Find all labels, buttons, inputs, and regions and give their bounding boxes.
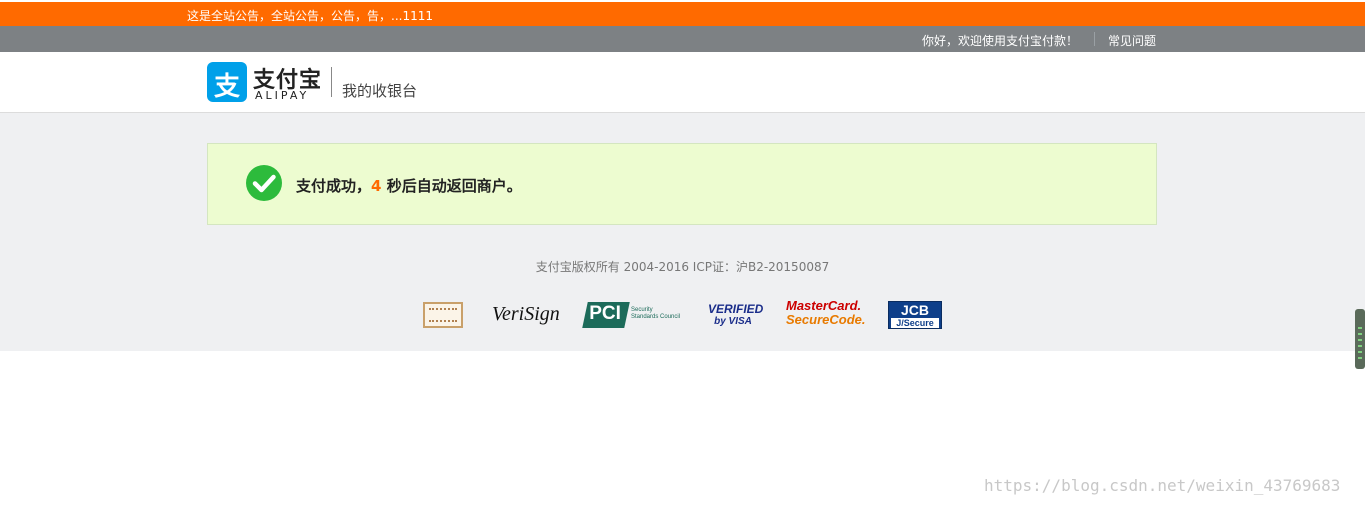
alipay-logo-icon: 支 (207, 62, 247, 102)
verisign-badge[interactable]: VeriSign (492, 303, 560, 335)
page-header: 支 支付宝 ALIPAY 我的收银台 (0, 52, 1365, 113)
success-prefix: 支付成功， (296, 177, 372, 195)
logo-english: ALIPAY (255, 89, 310, 102)
copyright-text: 支付宝版权所有 2004-2016 ICP证：沪B2-20150087 (535, 260, 830, 274)
welcome-text: 你好，欢迎使用支付宝付款！ (922, 34, 1079, 48)
success-check-icon (246, 165, 282, 201)
header-divider (331, 67, 332, 97)
jcb-line-1: JCB (900, 302, 929, 318)
watermark-text: https://blog.csdn.net/weixin_43769683 (984, 476, 1341, 495)
mastercard-securecode-badge[interactable]: MasterCard. SecureCode. (786, 299, 865, 331)
certificate-badge-icon[interactable] (423, 302, 463, 328)
verified-by-visa-badge[interactable]: VERIFIED by VISA (708, 302, 764, 335)
pci-sub-2: Standards Council (631, 314, 681, 320)
announcement-bar: 这是全站公告，全站公告，公告，告，...1111 (0, 2, 1365, 26)
mastercard-line-1: MasterCard. (786, 298, 862, 313)
faq-link[interactable]: 常见问题 (1108, 32, 1156, 49)
mastercard-line-2: SecureCode. (786, 312, 866, 327)
pci-badge-label: PCI (589, 303, 621, 324)
page-title: 我的收银台 (342, 82, 418, 100)
announcement-text: 这是全站公告，全站公告，公告，告，...1111 (187, 9, 433, 23)
alipay-logo[interactable]: 支 支付宝 ALIPAY (207, 62, 327, 102)
top-nav-bar: 你好，欢迎使用支付宝付款！ 常见问题 (0, 26, 1365, 52)
payment-success-box: 支付成功，4 秒后自动返回商户。 (207, 143, 1157, 225)
success-suffix: 秒后自动返回商户。 (386, 177, 522, 195)
countdown-seconds: 4 (371, 177, 382, 195)
main-content: 支付成功，4 秒后自动返回商户。 支付宝版权所有 2004-2016 ICP证：… (0, 113, 1365, 351)
jcb-jsecure-badge[interactable]: JCB J/Secure (888, 301, 942, 329)
visa-line-1: VERIFIED (708, 302, 764, 316)
nav-divider (1094, 32, 1095, 46)
pci-sub-1: Security (631, 307, 653, 313)
pci-badge[interactable]: PCI Security Standards Council (582, 301, 681, 329)
logo-icon-char: 支 (213, 72, 240, 102)
security-badges: VeriSign PCI Security Standards Council … (422, 299, 952, 331)
side-scroll-handle[interactable] (1355, 309, 1365, 369)
visa-line-2: by VISA (714, 316, 752, 327)
jcb-line-2: J/Secure (891, 318, 939, 328)
success-message: 支付成功，4 秒后自动返回商户。 (296, 175, 522, 196)
